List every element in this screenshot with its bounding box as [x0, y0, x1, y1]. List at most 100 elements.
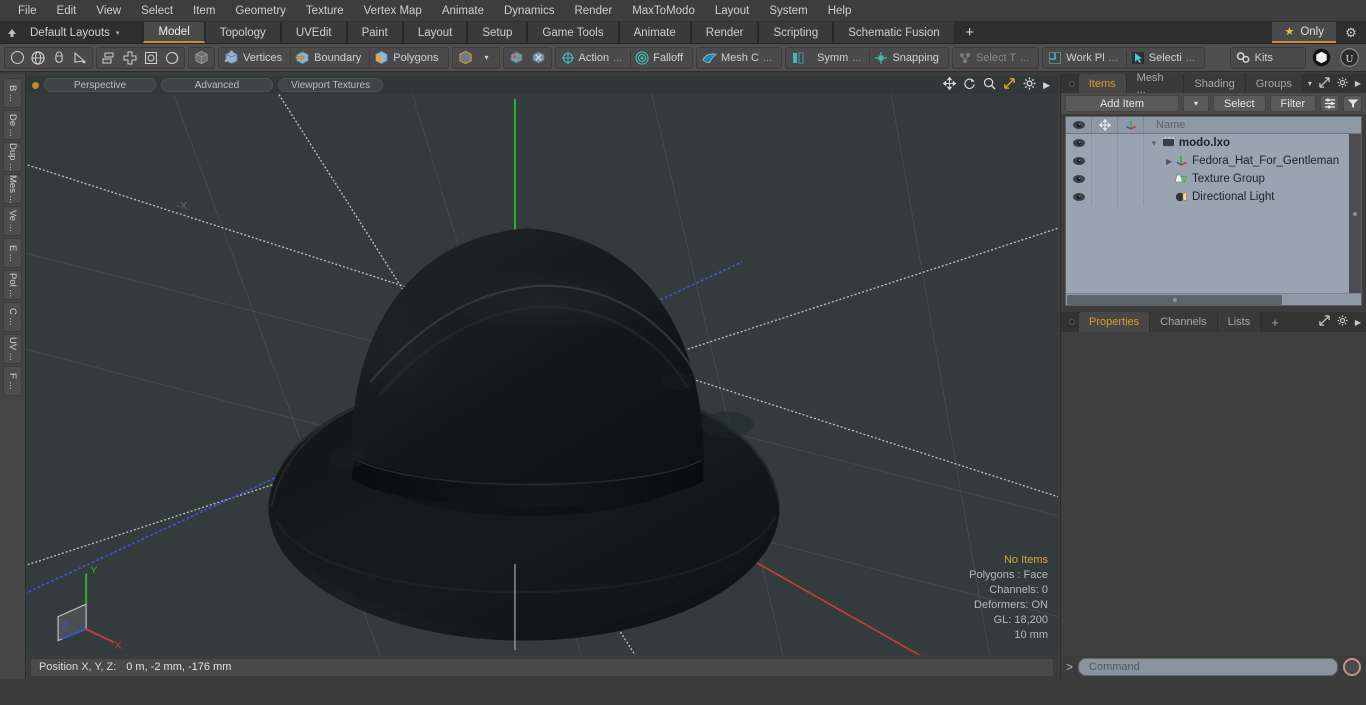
left-tool-edge[interactable]: E ... [3, 238, 22, 268]
chevron-down-icon[interactable]: ▾ [477, 48, 497, 68]
pan-icon[interactable] [942, 76, 957, 93]
snapping-button[interactable]: Snapping [871, 48, 946, 68]
menu-item-dynamics[interactable]: Dynamics [494, 0, 564, 22]
only-toggle-button[interactable]: ★ Only [1272, 22, 1336, 43]
work-plane-button[interactable]: Work Pl ... [1045, 48, 1124, 68]
menu-item-system[interactable]: System [759, 0, 817, 22]
tab-schematic-fusion[interactable]: Schematic Fusion [833, 22, 955, 43]
falloff-button[interactable]: Falloff [632, 48, 690, 68]
circle-tool-icon[interactable] [7, 48, 27, 68]
record-icon[interactable] [1343, 658, 1361, 676]
action-center-button[interactable]: Action ... [558, 48, 630, 68]
command-input[interactable]: Command [1078, 658, 1338, 676]
left-tool-mesh[interactable]: Mes ... [3, 174, 22, 204]
left-tool-deform[interactable]: De ... [3, 110, 22, 140]
tab-render[interactable]: Render [690, 22, 759, 43]
tab-scripting[interactable]: Scripting [758, 22, 834, 43]
panel-indicator-icon[interactable] [1069, 80, 1075, 87]
gear-icon[interactable] [1337, 315, 1348, 329]
add-panel-tab-button[interactable]: + [1261, 312, 1289, 332]
panel-tab-shading[interactable]: Shading [1184, 74, 1246, 93]
world-pivot-icon[interactable] [528, 48, 549, 68]
tab-topology[interactable]: Topology [204, 22, 281, 43]
expand-arrow-icon[interactable]: ▶ [1355, 79, 1361, 88]
symmetry-button[interactable]: Symm ... [788, 48, 868, 68]
item-list-vertical-scrollbar[interactable] [1349, 134, 1361, 293]
left-tool-vertex[interactable]: Ve ... [3, 206, 22, 236]
panel-tab-mesh[interactable]: Mesh ... [1126, 72, 1185, 96]
panel-tab-items[interactable]: Items [1078, 74, 1127, 93]
expander-icon[interactable]: ▼ [1150, 139, 1158, 148]
unreal-logo-icon[interactable]: U [1337, 48, 1362, 68]
table-row[interactable]: Texture Group [1066, 170, 1361, 188]
item-list[interactable]: Name ▼ modo.lxo ▶ Fedora_Hat_For_Gentlem… [1065, 116, 1362, 306]
gear-icon[interactable] [1023, 77, 1036, 93]
modo-logo-icon[interactable] [1309, 48, 1334, 68]
add-item-button[interactable]: Add Item [1065, 95, 1179, 112]
select-button[interactable]: Select [1212, 95, 1266, 112]
gear-icon[interactable] [1337, 76, 1348, 91]
selection-sets-button[interactable]: Selecti ... [1128, 48, 1202, 68]
menu-item-texture[interactable]: Texture [296, 0, 354, 22]
menu-item-layout[interactable]: Layout [705, 0, 760, 22]
menu-item-vertex-map[interactable]: Vertex Map [354, 0, 432, 22]
gear-icon[interactable]: ⚙ [1336, 22, 1366, 43]
table-row[interactable]: ▼ modo.lxo [1066, 134, 1361, 152]
viewport-indicator-icon[interactable] [32, 81, 39, 89]
polygons-mode-button[interactable]: Polygons [371, 48, 445, 68]
tab-animate[interactable]: Animate [618, 22, 691, 43]
transform-cell[interactable] [1118, 134, 1144, 152]
eye-icon[interactable] [1066, 134, 1092, 152]
select-through-button[interactable]: Select T ... [955, 48, 1036, 68]
row-name-cell[interactable]: ▶ Fedora_Hat_For_Gentleman [1144, 152, 1361, 170]
mesh-item-icon[interactable] [455, 48, 476, 68]
viewport-3d[interactable]: Y Z X -X No Items Polygons : Face Channe… [26, 94, 1058, 655]
tab-uvedit[interactable]: UVEdit [280, 22, 347, 43]
list-options-icon[interactable] [1320, 95, 1339, 112]
menu-item-geometry[interactable]: Geometry [225, 0, 296, 22]
row-name-cell[interactable]: ▼ modo.lxo [1144, 134, 1361, 152]
panel-tab-channels[interactable]: Channels [1150, 312, 1218, 332]
lock-cell[interactable] [1092, 188, 1118, 206]
align-tool-icon[interactable] [99, 48, 119, 68]
left-tool-uv[interactable]: UV ... [3, 334, 22, 364]
lock-cell[interactable] [1092, 134, 1118, 152]
menu-item-render[interactable]: Render [564, 0, 622, 22]
boundary-mode-button[interactable]: Boundary [292, 48, 368, 68]
filter-button[interactable]: Filter [1269, 95, 1316, 112]
transform-cell[interactable] [1118, 152, 1144, 170]
table-row[interactable]: ▶ Fedora_Hat_For_Gentleman [1066, 152, 1361, 170]
vertices-mode-button[interactable]: Vertices [221, 48, 289, 68]
left-tool-polygon[interactable]: Pol ... [3, 270, 22, 300]
zoom-icon[interactable] [983, 77, 996, 93]
table-row[interactable]: Directional Light [1066, 188, 1361, 206]
menu-item-maxtomodo[interactable]: MaxToModo [622, 0, 705, 22]
expander-icon[interactable]: ▶ [1166, 157, 1172, 166]
globe-tool-icon[interactable] [28, 48, 48, 68]
default-layouts-selector[interactable]: Default Layouts ▾ [24, 22, 131, 43]
menu-item-view[interactable]: View [86, 0, 131, 22]
tab-paint[interactable]: Paint [346, 22, 403, 43]
bounds-tool-icon[interactable] [141, 48, 161, 68]
left-tool-basic[interactable]: B ... [3, 78, 22, 108]
add-tab-button[interactable]: + [954, 22, 985, 43]
panel-tab-groups[interactable]: Groups [1245, 74, 1303, 93]
home-icon[interactable] [0, 22, 24, 43]
left-tool-duplicate[interactable]: Dup ... [3, 142, 22, 172]
menu-item-item[interactable]: Item [183, 0, 225, 22]
transform-cell[interactable] [1118, 188, 1144, 206]
add-item-dropdown-icon[interactable]: ▾ [1182, 95, 1209, 112]
tab-game-tools[interactable]: Game Tools [527, 22, 619, 43]
expand-arrow-icon[interactable]: ▶ [1043, 80, 1050, 91]
popout-icon[interactable] [1319, 76, 1330, 91]
popout-icon[interactable] [1319, 315, 1330, 329]
fit-icon[interactable] [1003, 77, 1016, 93]
tab-layout[interactable]: Layout [402, 22, 468, 43]
menu-item-help[interactable]: Help [818, 0, 862, 22]
center-tool-icon[interactable] [120, 48, 140, 68]
eye-icon[interactable] [1066, 152, 1092, 170]
panel-tab-lists[interactable]: Lists [1217, 312, 1262, 332]
row-name-cell[interactable]: Texture Group [1144, 170, 1361, 188]
eye-icon[interactable] [1066, 170, 1092, 188]
radial-tool-icon[interactable] [162, 48, 182, 68]
